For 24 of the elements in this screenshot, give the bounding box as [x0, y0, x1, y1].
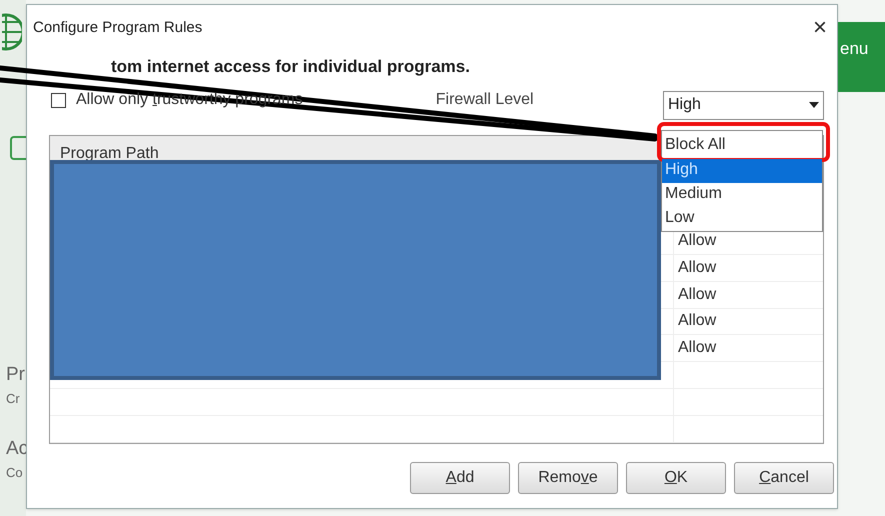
dropdown-option[interactable]: Medium: [662, 183, 822, 207]
dialog-button[interactable]: Add: [410, 462, 510, 494]
checkbox[interactable]: [51, 92, 66, 108]
close-button[interactable]: ×: [812, 16, 827, 40]
menu-text[interactable]: enu: [840, 36, 868, 62]
table-cell-text: Allow: [677, 284, 716, 305]
caret-icon: [809, 102, 819, 108]
background-text: Co: [5, 466, 23, 479]
background-text: Cr: [5, 392, 20, 405]
dialog-button[interactable]: OK: [626, 462, 726, 494]
dialog-button[interactable]: Remove: [518, 462, 618, 494]
field-label: Firewall Level: [436, 90, 534, 110]
heading: tom internet access for individual programs.: [111, 56, 470, 78]
table-cell-text: Allow: [677, 258, 716, 278]
globe-icon: [2, 12, 22, 52]
table-cell-text: Allow: [677, 230, 716, 251]
dropdown-option[interactable]: Low: [662, 207, 822, 231]
dialog-button[interactable]: Cancel: [734, 462, 834, 494]
table-cell-text: Allow: [677, 338, 716, 358]
window-title: Configure Program Rules: [33, 18, 202, 38]
table-cell-text: Allow: [677, 311, 716, 332]
level-dropdown[interactable]: High: [663, 90, 824, 120]
dropdown-option[interactable]: High: [662, 159, 822, 183]
background-text: Pr: [5, 365, 25, 384]
